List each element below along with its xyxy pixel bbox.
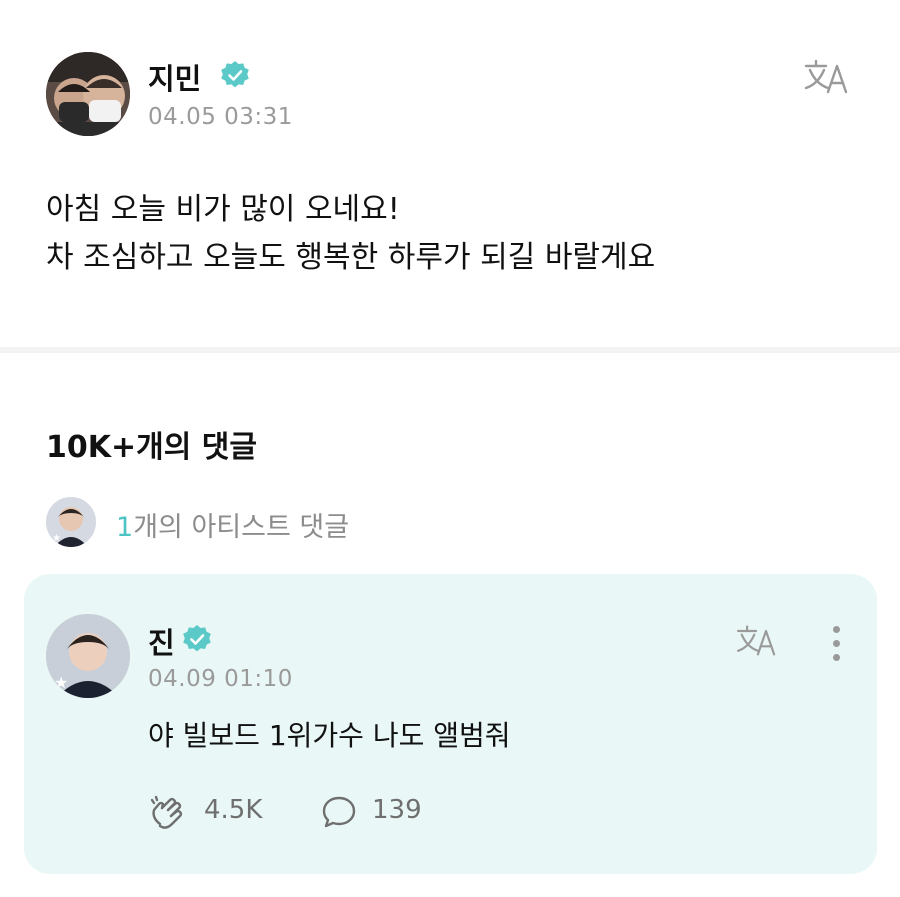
post-timestamp: 04.05 03:31 — [148, 104, 293, 130]
comment-reactions: 4.5K 139 — [148, 792, 548, 832]
reply-button[interactable]: 139 — [320, 792, 440, 832]
svg-text:★: ★ — [52, 533, 61, 544]
more-vertical-icon[interactable] — [826, 626, 846, 664]
artist-comments-label: 1개의 아티스트 댓글 — [116, 505, 349, 544]
svg-text:★: ★ — [54, 673, 68, 692]
post-body-line: 차 조심하고 오늘도 행복한 하루가 되길 바랄게요 — [46, 240, 656, 275]
section-divider — [0, 347, 900, 353]
artist-comments-link[interactable]: ★ 1개의 아티스트 댓글 — [46, 497, 546, 547]
verified-badge-icon — [220, 60, 250, 90]
post-body: 아침 오늘 비가 많이 오네요! 차 조심하고 오늘도 행복한 하루가 되길 바… — [46, 186, 866, 282]
post-body-line: 아침 오늘 비가 많이 오네요! — [46, 192, 400, 227]
author-avatar[interactable] — [46, 52, 130, 136]
artist-comment-card: ★ 진 04.09 01:10 야 빌보드 1위가수 나도 앨범줘 4.5K 1… — [24, 574, 877, 874]
comment-timestamp: 04.09 01:10 — [148, 666, 293, 692]
artist-avatar: ★ — [46, 497, 96, 547]
comments-count-title: 10K+개의 댓글 — [46, 430, 257, 465]
like-count: 4.5K — [204, 795, 263, 825]
translate-icon[interactable] — [734, 622, 780, 658]
verified-badge-icon — [182, 624, 212, 654]
translate-icon[interactable] — [802, 56, 852, 96]
artist-comments-count: 1 — [116, 512, 134, 543]
artist-comments-text: 개의 아티스트 댓글 — [133, 512, 350, 543]
commenter-avatar[interactable]: ★ — [46, 614, 130, 698]
post-header: 지민 04.05 03:31 — [46, 52, 866, 136]
reply-count: 139 — [372, 795, 422, 825]
author-name[interactable]: 지민 — [148, 56, 201, 98]
like-button[interactable]: 4.5K — [148, 792, 288, 832]
commenter-name[interactable]: 진 — [148, 620, 175, 662]
comment-body: 야 빌보드 1위가수 나도 앨범줘 — [148, 719, 511, 752]
clap-icon — [150, 795, 183, 829]
comment-bubble-icon — [322, 796, 356, 828]
